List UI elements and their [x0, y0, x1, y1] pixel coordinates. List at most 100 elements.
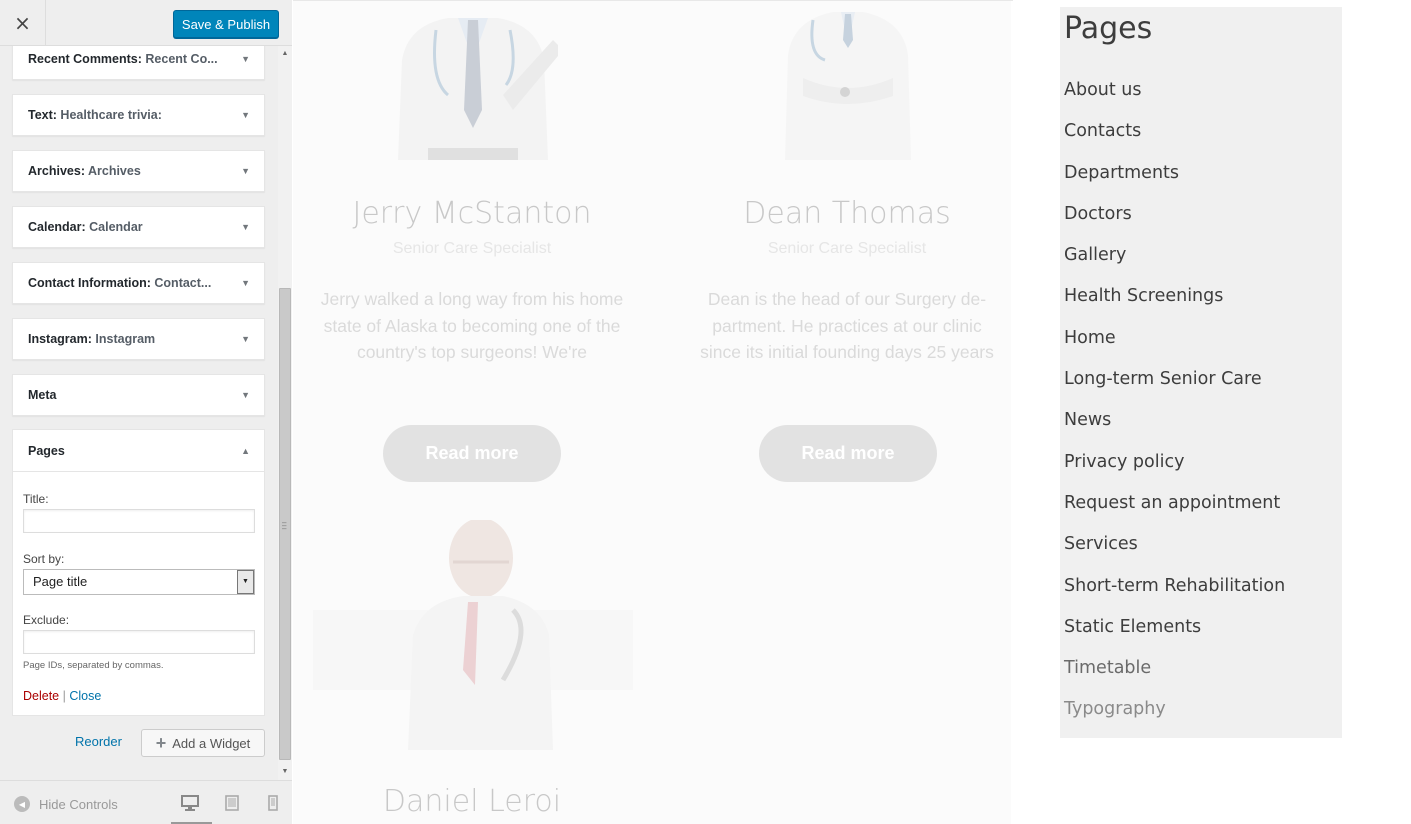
widget-calendar[interactable]: Calendar: Calendar ▼ — [12, 206, 265, 248]
close-link[interactable]: Close — [69, 689, 101, 703]
widget-type: Archives — [28, 164, 81, 178]
sort-by-value: Page title — [33, 574, 88, 589]
collapse-arrow-icon[interactable]: ▲ — [241, 430, 250, 472]
widget-type: Contact Information — [28, 276, 147, 290]
grip-icon: – – – — [282, 518, 287, 533]
hide-controls-label: Hide Controls — [39, 796, 118, 812]
expand-arrow-icon[interactable]: ▼ — [241, 151, 250, 191]
widget-type: Calendar — [28, 220, 82, 234]
page-link[interactable]: Contacts — [1064, 118, 1285, 159]
customizer-sidebar: × Save & Publish Recent Comments: Recent… — [0, 0, 292, 824]
exclude-input[interactable] — [23, 630, 255, 654]
page-link[interactable]: Timetable — [1064, 655, 1285, 696]
customizer-footer: ◀ Hide Controls — [0, 780, 292, 824]
read-more-button[interactable]: Read more — [759, 425, 937, 482]
sort-by-select[interactable]: Page title ▼ — [23, 569, 255, 595]
dropdown-arrow-icon[interactable]: ▼ — [237, 570, 254, 594]
mobile-icon — [268, 795, 278, 811]
page-link[interactable]: About us — [1064, 77, 1285, 118]
widget-type: Instagram — [28, 332, 88, 346]
title-label: Title: — [23, 492, 49, 506]
widget-title: Recent Co... — [145, 52, 218, 66]
widget-contact-information[interactable]: Contact Information: Contact... ▼ — [12, 262, 265, 304]
widget-pages-expanded: Pages ▲ Title: Sort by: Page title ▼ Exc… — [12, 429, 265, 716]
plus-icon: + — [155, 733, 167, 753]
widget-title: Instagram — [95, 332, 156, 346]
expand-arrow-icon[interactable]: ▼ — [241, 46, 250, 79]
doctor-role: Senior Care Specialist — [392, 240, 552, 257]
doctor-name: Daniel Leroi — [382, 784, 562, 819]
desktop-preview-button[interactable] — [171, 794, 212, 824]
sidebar-scrollbar[interactable]: ▲ – – – ▼ — [278, 46, 292, 780]
hide-controls-button[interactable]: ◀ Hide Controls — [14, 796, 118, 812]
doctor-name: Jerry McStanton — [352, 196, 592, 231]
widget-type: Pages — [28, 444, 65, 458]
page-link[interactable]: Privacy policy — [1064, 449, 1285, 490]
expand-arrow-icon[interactable]: ▼ — [241, 207, 250, 247]
scrollbar-thumb[interactable]: – – – — [279, 288, 291, 760]
page-link[interactable]: News — [1064, 407, 1285, 448]
read-more-button[interactable]: Read more — [383, 425, 561, 482]
expand-arrow-icon[interactable]: ▼ — [241, 95, 250, 135]
customizer-header: × Save & Publish — [0, 0, 292, 46]
scroll-up-arrow-icon[interactable]: ▲ — [278, 48, 292, 60]
widget-type: Recent Comments — [28, 52, 138, 66]
widget-text[interactable]: Text: Healthcare trivia: ▼ — [12, 94, 265, 136]
tablet-icon — [225, 795, 239, 811]
mobile-preview-button[interactable] — [263, 794, 283, 812]
page-link[interactable]: Doctors — [1064, 201, 1285, 242]
widget-type: Meta — [28, 388, 57, 402]
doctor-bio: Jerry walked a long way from his home st… — [320, 289, 624, 362]
page-link[interactable]: Long-term Senior Care — [1064, 366, 1285, 407]
reorder-link[interactable]: Reorder — [75, 734, 122, 749]
separator: | — [62, 689, 66, 703]
doctor-photo — [398, 18, 558, 160]
widget-title: Archives — [87, 164, 141, 178]
page-link[interactable]: Request an appointment — [1064, 490, 1285, 531]
widget-recent-comments[interactable]: Recent Comments: Recent Co... ▼ — [12, 46, 265, 80]
close-customizer-button[interactable]: × — [0, 0, 46, 46]
doctor-role: Senior Care Specialist — [767, 240, 927, 257]
pages-widget-preview: Pages About us Contacts Departments Doct… — [1060, 7, 1342, 738]
widget-title: Contact... — [154, 276, 212, 290]
pages-list: About us Contacts Departments Doctors Ga… — [1064, 77, 1285, 738]
expand-arrow-icon[interactable]: ▼ — [241, 375, 250, 415]
page-link[interactable]: Typography — [1064, 696, 1285, 737]
widget-actions: Delete | Close — [23, 689, 101, 703]
sort-by-label: Sort by: — [23, 552, 65, 566]
page-link[interactable]: Services — [1064, 531, 1285, 572]
tablet-preview-button[interactable] — [222, 794, 242, 812]
widget-type: Text — [28, 108, 53, 122]
doctor-bio: Dean is the head of our Surgery de-partm… — [700, 289, 994, 362]
delete-link[interactable]: Delete — [23, 689, 59, 703]
exclude-description: Page IDs, separated by commas. — [23, 660, 164, 671]
widget-pages-header[interactable]: Pages ▲ — [13, 430, 264, 472]
site-preview: Jerry McStanton Senior Care Specialist J… — [293, 0, 1411, 824]
page-link[interactable]: Home — [1064, 325, 1285, 366]
add-widget-label: Add a Widget — [172, 735, 251, 751]
page-link[interactable]: Departments — [1064, 160, 1285, 201]
scroll-down-arrow-icon[interactable]: ▼ — [278, 766, 292, 778]
page-link[interactable]: Short-term Rehabilitation — [1064, 573, 1285, 614]
doctor-name: Dean Thomas — [743, 196, 951, 231]
pages-widget-title: Pages — [1064, 11, 1153, 46]
page-link[interactable]: Health Screenings — [1064, 283, 1285, 324]
page-link[interactable]: Gallery — [1064, 242, 1285, 283]
desktop-icon — [181, 795, 199, 811]
widget-meta[interactable]: Meta ▼ — [12, 374, 265, 416]
widget-title: Calendar — [89, 220, 143, 234]
doctor-photo — [785, 12, 911, 160]
doctor-photo — [313, 520, 633, 750]
add-widget-button[interactable]: + Add a Widget — [141, 729, 265, 757]
widget-archives[interactable]: Archives: Archives ▼ — [12, 150, 265, 192]
exclude-label: Exclude: — [23, 613, 70, 627]
widget-title: Healthcare trivia: — [60, 108, 162, 122]
collapse-left-icon: ◀ — [14, 796, 30, 812]
widget-list: Recent Comments: Recent Co... ▼ Text: He… — [0, 46, 278, 780]
expand-arrow-icon[interactable]: ▼ — [241, 319, 250, 359]
expand-arrow-icon[interactable]: ▼ — [241, 263, 250, 303]
title-input[interactable] — [23, 509, 255, 533]
save-publish-button[interactable]: Save & Publish — [173, 10, 279, 38]
page-link[interactable]: Static Elements — [1064, 614, 1285, 655]
widget-instagram[interactable]: Instagram: Instagram ▼ — [12, 318, 265, 360]
